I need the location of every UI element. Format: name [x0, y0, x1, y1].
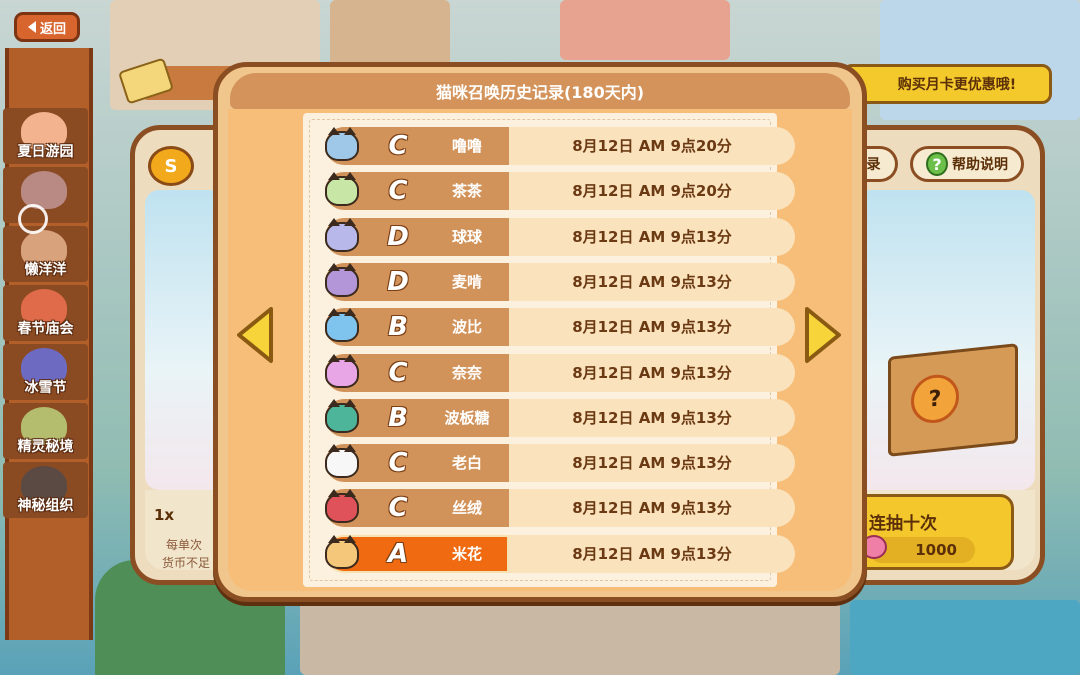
cat-grade: C: [388, 493, 408, 524]
summon-history-dialog: 猫咪召唤历史记录(180天内) C 噜噜 8月12日 AM 9点20分 C 茶茶 8月12…: [213, 62, 867, 602]
arrow-left-icon: [237, 307, 273, 363]
event-cat-icon: [21, 171, 67, 209]
cat-grade: B: [388, 312, 408, 343]
arrow-right-icon: [805, 307, 841, 363]
street: [300, 600, 840, 675]
question-icon: ?: [926, 152, 948, 176]
sidebar-event-item[interactable]: 神秘组织: [3, 462, 88, 518]
sidebar-item-label: 冰雪节: [24, 380, 67, 396]
cat-grade: D: [387, 221, 409, 252]
history-row: C 茶茶 8月12日 AM 9点20分: [325, 172, 795, 211]
history-row: C 噜噜 8月12日 AM 9点20分: [325, 127, 795, 165]
cat-grade: C: [388, 448, 408, 479]
cat-grade: B: [388, 402, 408, 433]
back-button[interactable]: 返回: [14, 12, 80, 42]
cat-name: 奈奈: [451, 363, 482, 382]
single-note: 每单次: [166, 538, 203, 552]
next-page-button[interactable]: [803, 305, 843, 365]
help-button[interactable]: ? 帮助说明: [910, 146, 1024, 182]
summon-time: 8月12日 AM 9点13分: [572, 454, 732, 473]
cat-avatar-icon: [325, 127, 359, 161]
cat-name: 波板糖: [444, 408, 490, 427]
summon-time: 8月12日 AM 9点13分: [572, 499, 732, 518]
history-row: C 老白 8月12日 AM 9点13分: [325, 444, 795, 483]
back-arrow-icon: [27, 21, 36, 33]
cat-avatar-icon: [325, 489, 359, 524]
sidebar-event-item[interactable]: 精灵秘境: [3, 403, 88, 459]
cat-avatar-icon: [325, 308, 359, 343]
cat-grade: D: [387, 266, 409, 297]
back-label: 返回: [39, 21, 66, 37]
cat-grade: C: [388, 357, 408, 388]
cat-name: 波比: [451, 318, 482, 337]
history-row: D 麦啃 8月12日 AM 9点13分: [325, 262, 795, 301]
history-row: A 米花 8月12日 AM 9点13分: [325, 534, 795, 573]
history-list: C 噜噜 8月12日 AM 9点20分 C 茶茶 8月12日 AM 9点20分 D 球球 8月1…: [303, 113, 795, 587]
cat-grade: A: [387, 538, 409, 569]
summon-time: 8月12日 AM 9点13分: [572, 408, 732, 427]
single-draw-qty: 1x: [154, 506, 175, 524]
dialog-title: 猫咪召唤历史记录(180天内): [230, 73, 850, 109]
sidebar-item-label: 神秘组织: [17, 498, 74, 514]
cat-avatar-icon: [325, 262, 359, 297]
cat-avatar-icon: [325, 172, 359, 207]
cat-name: 丝绒: [451, 499, 482, 518]
cat-avatar-icon: [325, 217, 359, 252]
summon-time: 8月12日 AM 9点13分: [572, 227, 732, 246]
sun-question-icon: ?: [911, 372, 959, 426]
summon-time: 8月12日 AM 9点13分: [572, 363, 732, 382]
cat-name: 球球: [451, 227, 482, 246]
cat-avatar-icon: [325, 444, 359, 479]
cat-avatar-icon: [325, 398, 359, 433]
cat-name: 老白: [451, 454, 482, 473]
history-row: B 波比 8月12日 AM 9点13分: [325, 308, 795, 347]
building: [330, 0, 450, 70]
single-note: 货币不足: [162, 556, 211, 570]
sidebar-event-item[interactable]: 懒洋洋: [3, 226, 88, 282]
sidebar-item-label: 精灵秘境: [17, 439, 74, 455]
sea: [850, 600, 1080, 675]
dialog-body: C 噜噜 8月12日 AM 9点20分 C 茶茶 8月12日 AM 9点20分 D 球球 8月1…: [228, 109, 852, 591]
prev-page-button[interactable]: [235, 305, 275, 365]
cat-avatar-icon: [325, 534, 359, 569]
cat-name: 麦啃: [451, 272, 482, 291]
summon-time: 8月12日 AM 9点13分: [572, 318, 732, 337]
summon-time: 8月12日 AM 9点20分: [572, 137, 732, 155]
history-row: B 波板糖 8月12日 AM 9点13分: [325, 398, 795, 437]
sidebar-item-label: 懒洋洋: [24, 262, 67, 278]
help-label: 帮助说明: [952, 157, 1008, 173]
sidebar-event-item[interactable]: 冰雪节: [3, 344, 88, 400]
history-row: D 球球 8月12日 AM 9点13分: [325, 217, 795, 256]
cat-name: 噜噜: [451, 137, 482, 155]
cat-grade: C: [388, 176, 408, 207]
summon-time: 8月12日 AM 9点20分: [572, 182, 732, 201]
cat-avatar-icon: [325, 353, 359, 388]
monthly-card-promo[interactable]: 购买月卡更优惠哦!: [842, 64, 1052, 104]
ten-draw-label: 连抽十次: [869, 514, 937, 534]
summon-time: 8月12日 AM 9点13分: [572, 544, 732, 563]
summon-time: 8月12日 AM 9点13分: [572, 272, 732, 291]
sidebar-event-item[interactable]: 夏日游园: [3, 108, 88, 164]
ten-draw-button[interactable]: 连抽十次 1000: [852, 494, 1014, 570]
cat-grade: C: [388, 131, 408, 161]
history-row: C 丝绒 8月12日 AM 9点13分: [325, 489, 795, 528]
event-sidebar: 返回 夏日游园懒洋洋春节庙会冰雪节精灵秘境神秘组织: [0, 0, 95, 640]
sidebar-item-label: 春节庙会: [17, 321, 74, 337]
building: [560, 0, 730, 60]
cat-name: 米花: [451, 544, 482, 563]
sidebar-event-item[interactable]: 春节庙会: [3, 285, 88, 341]
touch-indicator: [18, 204, 48, 234]
mystery-box-icon: ?: [888, 343, 1018, 457]
coin-icon: S: [148, 146, 194, 186]
history-row: C 奈奈 8月12日 AM 9点13分: [325, 353, 795, 392]
sidebar-item-label: 夏日游园: [17, 144, 74, 160]
cat-name: 茶茶: [451, 182, 482, 201]
